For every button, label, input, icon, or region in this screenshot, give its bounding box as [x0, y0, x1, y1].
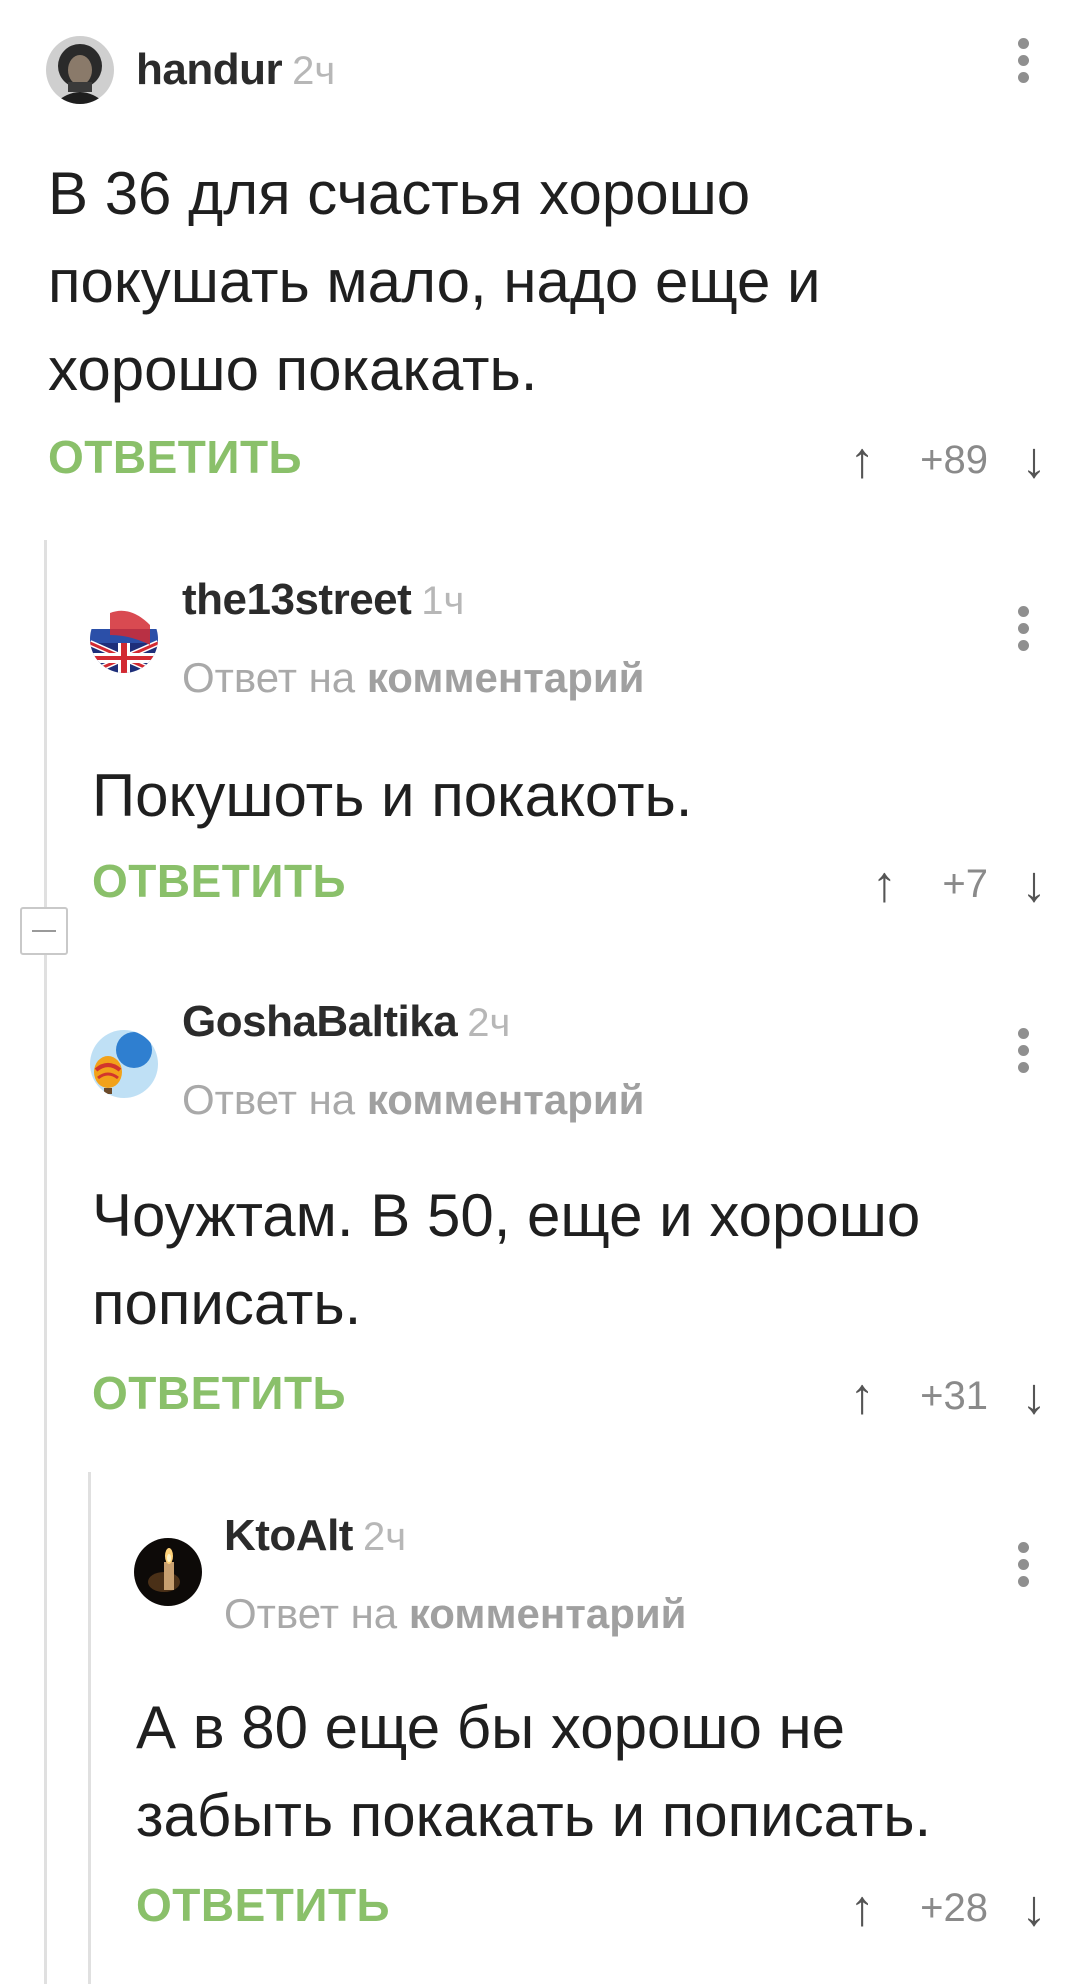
downvote-icon[interactable]: ↓: [1014, 1367, 1054, 1425]
hot-air-balloon-icon: [90, 1030, 158, 1098]
username[interactable]: GoshaBaltika: [182, 997, 458, 1046]
username[interactable]: KtoAlt: [224, 1511, 353, 1560]
upvote-icon[interactable]: ↑: [842, 1367, 882, 1425]
avatar[interactable]: [46, 36, 114, 104]
more-icon[interactable]: [1008, 32, 1038, 102]
comment-text: Покушоть и покакоть.: [92, 752, 692, 840]
reply-to-prefix: Ответ на: [182, 1076, 356, 1123]
timestamp: 1ч: [421, 579, 465, 623]
comment-text-line: покушать мало, надо еще и: [48, 248, 821, 315]
comment-text: В 36 для счастья хорошо покушать мало, н…: [48, 150, 821, 414]
comment-header: GoshaBaltika 2ч: [182, 992, 510, 1052]
flags-icon: [90, 605, 158, 673]
comment-score: +31: [920, 1373, 988, 1418]
upvote-icon[interactable]: ↑: [864, 855, 904, 913]
comment-text-line: В 36 для счастья хорошо: [48, 160, 751, 227]
thread-line-level-1: [44, 540, 47, 1984]
timestamp: 2ч: [292, 49, 336, 93]
reply-to-link[interactable]: комментарий: [409, 1590, 687, 1637]
reply-button[interactable]: ОТВЕТИТЬ: [136, 1878, 390, 1932]
reply-to-line: Ответ на комментарий: [182, 1076, 645, 1124]
reply-button[interactable]: ОТВЕТИТЬ: [92, 854, 346, 908]
vote-controls: ↑ +7 ↓: [864, 854, 1054, 914]
avatar[interactable]: [134, 1538, 202, 1606]
comment-header: handur 2ч: [136, 40, 335, 100]
more-icon[interactable]: [1008, 600, 1038, 670]
comment-text: Чоужтам. В 50, еще и хорошо пописать.: [92, 1172, 920, 1348]
upvote-icon[interactable]: ↑: [842, 431, 882, 489]
reply-to-link[interactable]: комментарий: [367, 654, 645, 701]
comment-text: А в 80 еще бы хорошо не забыть покакать …: [136, 1684, 931, 1860]
username[interactable]: handur: [136, 45, 283, 94]
candle-icon: [134, 1538, 202, 1606]
reply-button[interactable]: ОТВЕТИТЬ: [92, 1366, 346, 1420]
vote-controls: ↑ +31 ↓: [842, 1366, 1054, 1426]
comment-text-line: Чоужтам. В 50, еще и хорошо: [92, 1182, 921, 1249]
downvote-icon[interactable]: ↓: [1014, 1879, 1054, 1937]
comment-score: +28: [920, 1885, 988, 1930]
comment-text-line: хорошо покакать.: [48, 336, 538, 403]
comment-header: the13street 1ч: [182, 570, 464, 630]
timestamp: 2ч: [362, 1515, 407, 1559]
comment-score: +89: [920, 437, 988, 482]
comment-header: KtoAlt 2ч: [224, 1506, 406, 1566]
reply-to-line: Ответ на комментарий: [182, 654, 645, 702]
reply-to-prefix: Ответ на: [182, 654, 356, 701]
reply-button[interactable]: ОТВЕТИТЬ: [48, 430, 302, 484]
vote-controls: ↑ +89 ↓: [842, 430, 1054, 490]
hooded-person-icon: [46, 36, 114, 104]
comment-text-line: пописать.: [92, 1270, 362, 1337]
avatar[interactable]: [90, 1030, 158, 1098]
thread-line-level-2: [88, 1472, 91, 1984]
more-icon[interactable]: [1008, 1536, 1038, 1606]
downvote-icon[interactable]: ↓: [1014, 855, 1054, 913]
timestamp: 2ч: [467, 1001, 511, 1045]
reply-to-prefix: Ответ на: [224, 1590, 398, 1637]
avatar[interactable]: [90, 605, 158, 673]
comment-text-line: Покушоть и покакоть.: [92, 762, 693, 829]
collapse-thread-button[interactable]: [20, 907, 68, 955]
upvote-icon[interactable]: ↑: [842, 1879, 882, 1937]
vote-controls: ↑ +28 ↓: [842, 1878, 1054, 1938]
username[interactable]: the13street: [182, 575, 412, 624]
comment-score: +7: [942, 861, 988, 906]
more-icon[interactable]: [1008, 1022, 1038, 1092]
downvote-icon[interactable]: ↓: [1014, 431, 1054, 489]
comment-text-line: А в 80 еще бы хорошо не: [136, 1694, 846, 1761]
comment-text-line: забыть покакать и пописать.: [136, 1782, 932, 1849]
reply-to-line: Ответ на комментарий: [224, 1590, 687, 1638]
reply-to-link[interactable]: комментарий: [367, 1076, 645, 1123]
